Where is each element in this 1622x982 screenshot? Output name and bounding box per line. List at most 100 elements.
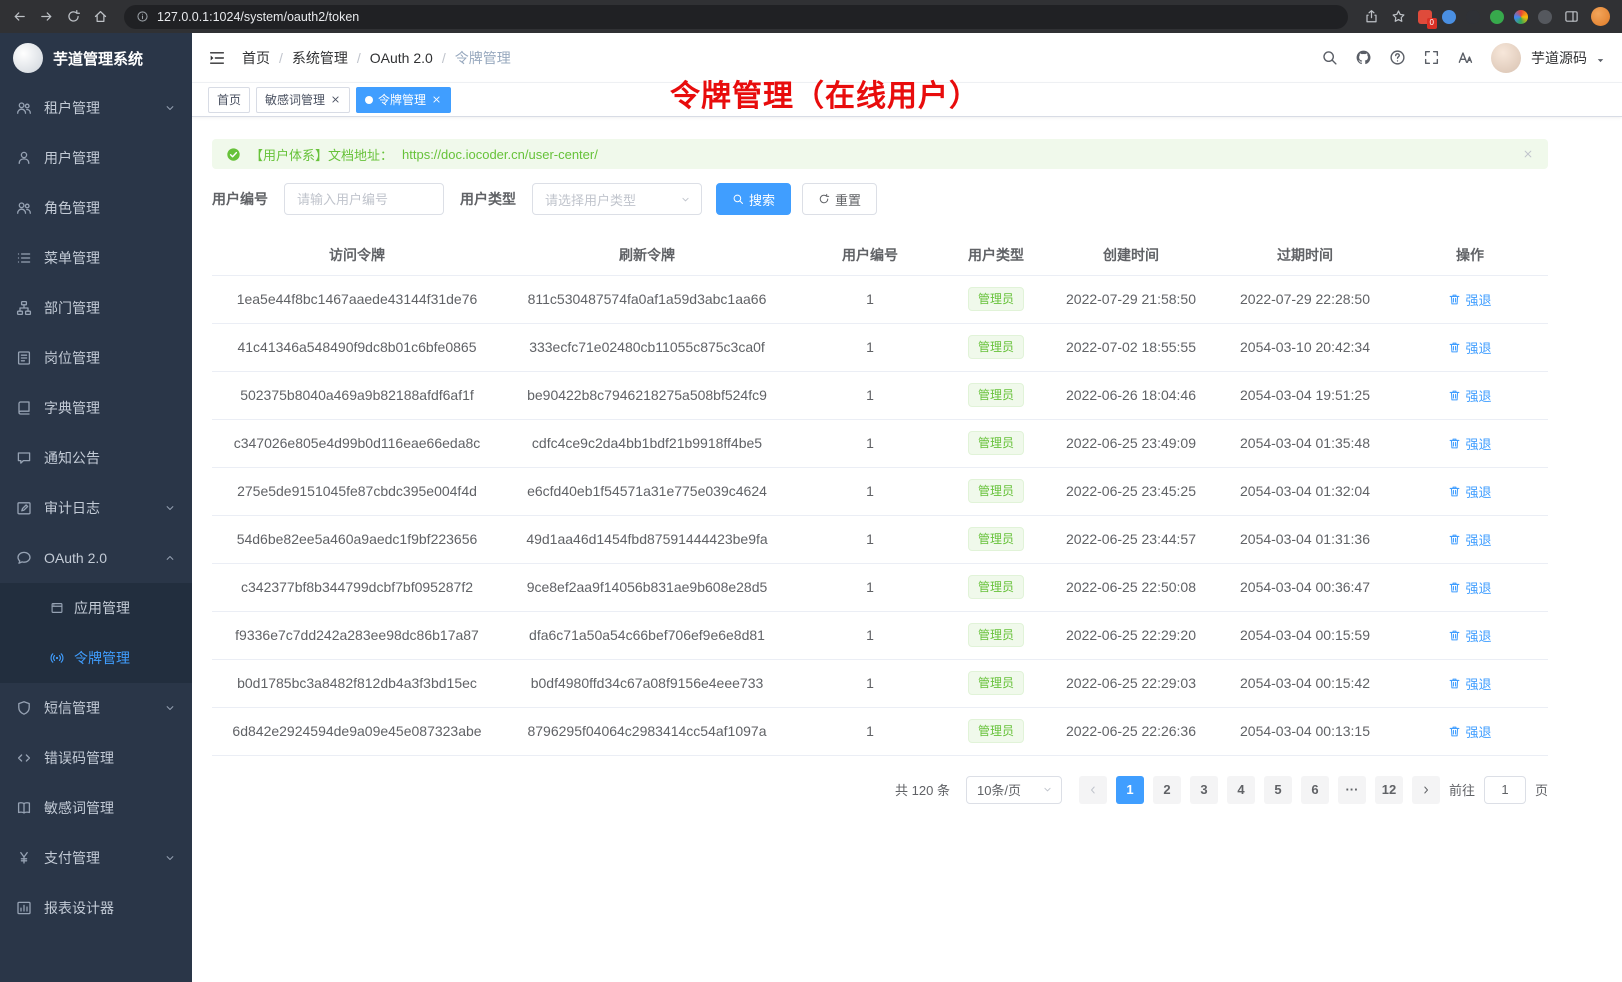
sidebar-item-oauth2[interactable]: OAuth 2.0 <box>0 533 192 583</box>
screen: 127.0.0.1:1024/system/oauth2/token 0 芋道管… <box>0 0 1622 982</box>
app-logo <box>13 43 43 73</box>
next-page-button[interactable] <box>1412 776 1440 804</box>
expires-cell: 2054-03-04 01:32:04 <box>1218 467 1392 515</box>
user-type-cell: 管理员 <box>948 371 1044 419</box>
select-placeholder: 请选择用户类型 <box>545 190 636 209</box>
page-button[interactable]: 3 <box>1190 776 1218 804</box>
fullscreen-icon[interactable] <box>1423 49 1440 66</box>
access-token-cell: b0d1785bc3a8482f812db4a3f3bd15ec <box>212 659 502 707</box>
extension-icon-multicolor[interactable] <box>1514 10 1528 24</box>
reset-button[interactable]: 重置 <box>802 183 877 215</box>
app-logo-row[interactable]: 芋道管理系统 <box>0 33 192 83</box>
page-button[interactable]: 1 <box>1116 776 1144 804</box>
tab-label: 敏感词管理 <box>265 91 325 108</box>
sidebar-item-dept-mgmt[interactable]: 部门管理 <box>0 283 192 333</box>
browser-profile-avatar[interactable] <box>1591 7 1610 26</box>
expires-cell: 2054-03-04 01:31:36 <box>1218 515 1392 563</box>
user-type-label: 用户类型 <box>460 189 516 209</box>
extension-icon-blue[interactable] <box>1442 10 1456 24</box>
force-logout-button[interactable]: 强退 <box>1448 626 1491 645</box>
force-logout-button[interactable]: 强退 <box>1448 578 1491 597</box>
collapse-sidebar-icon[interactable] <box>208 49 226 67</box>
goto-label: 前往 <box>1449 780 1475 799</box>
user-icon <box>16 150 32 166</box>
forward-icon[interactable] <box>39 9 54 24</box>
breadcrumb-item-home[interactable]: 首页 <box>242 48 270 68</box>
font-size-icon[interactable] <box>1457 49 1474 66</box>
sidebar-item-oauth2-token-mgmt[interactable]: 令牌管理 <box>0 633 192 683</box>
sidebar-item-oauth2-app-mgmt[interactable]: 应用管理 <box>0 583 192 633</box>
force-logout-button[interactable]: 强退 <box>1448 434 1491 453</box>
tab-token[interactable]: 令牌管理 <box>356 87 451 113</box>
tab-sensitive-word[interactable]: 敏感词管理 <box>256 87 350 113</box>
sidebar-item-user-mgmt[interactable]: 用户管理 <box>0 133 192 183</box>
extension-icon-dark[interactable] <box>1466 10 1480 24</box>
more-pages-button[interactable]: ··· <box>1338 776 1366 804</box>
page-button[interactable]: 12 <box>1375 776 1403 804</box>
close-icon[interactable] <box>1522 148 1534 160</box>
sidebar-item-dict-mgmt[interactable]: 字典管理 <box>0 383 192 433</box>
page-size-select[interactable]: 10条/页 <box>966 776 1062 804</box>
page-size-value: 10条/页 <box>977 780 1021 799</box>
close-icon[interactable] <box>330 94 341 105</box>
force-logout-button[interactable]: 强退 <box>1448 338 1491 357</box>
tab-home[interactable]: 首页 <box>208 87 250 113</box>
search-button[interactable]: 搜索 <box>716 183 791 215</box>
reload-icon[interactable] <box>66 9 81 24</box>
alert-link[interactable]: https://doc.iocoder.cn/user-center/ <box>402 147 598 162</box>
sidebar-item-label: 角色管理 <box>44 198 176 218</box>
sidebar-item-report-designer[interactable]: 报表设计器 <box>0 883 192 933</box>
force-logout-button[interactable]: 强退 <box>1448 482 1491 501</box>
force-logout-button[interactable]: 强退 <box>1448 386 1491 405</box>
username[interactable]: 芋道源码 <box>1531 48 1587 68</box>
expires-cell: 2054-03-10 20:42:34 <box>1218 323 1392 371</box>
prev-page-button[interactable] <box>1079 776 1107 804</box>
address-bar[interactable]: 127.0.0.1:1024/system/oauth2/token <box>124 5 1348 29</box>
help-icon[interactable] <box>1389 49 1406 66</box>
sidebar-item-post-mgmt[interactable]: 岗位管理 <box>0 333 192 383</box>
sidebar-item-sensitive-word-mgmt[interactable]: 敏感词管理 <box>0 783 192 833</box>
goto-page-input[interactable] <box>1484 776 1526 804</box>
expires-cell: 2054-03-04 00:36:47 <box>1218 563 1392 611</box>
github-icon[interactable] <box>1355 49 1372 66</box>
force-logout-button[interactable]: 强退 <box>1448 290 1491 309</box>
sidebar-item-notice[interactable]: 通知公告 <box>0 433 192 483</box>
extension-icon-gray[interactable] <box>1538 10 1552 24</box>
sidebar-item-menu-mgmt[interactable]: 菜单管理 <box>0 233 192 283</box>
force-logout-button[interactable]: 强退 <box>1448 674 1491 693</box>
sidebar-item-audit-log[interactable]: 审计日志 <box>0 483 192 533</box>
sidebar-item-error-code-mgmt[interactable]: 错误码管理 <box>0 733 192 783</box>
breadcrumb-item-system[interactable]: 系统管理 <box>292 48 348 68</box>
page-button[interactable]: 4 <box>1227 776 1255 804</box>
page-button[interactable]: 5 <box>1264 776 1292 804</box>
user-type-select[interactable]: 请选择用户类型 <box>532 183 702 215</box>
sidebar-item-role-mgmt[interactable]: 角色管理 <box>0 183 192 233</box>
page-button[interactable]: 6 <box>1301 776 1329 804</box>
sidebar-item-tenant-mgmt[interactable]: 租户管理 <box>0 83 192 133</box>
close-icon[interactable] <box>431 94 442 105</box>
sidebar-item-label: 令牌管理 <box>74 648 176 668</box>
table-row: 6d842e2924594de9a09e45e087323abe 8796295… <box>212 707 1548 755</box>
user-avatar[interactable] <box>1491 43 1521 73</box>
force-logout-button[interactable]: 强退 <box>1448 722 1491 741</box>
home-icon[interactable] <box>93 9 108 24</box>
sidebar-item-payment-mgmt[interactable]: 支付管理 <box>0 833 192 883</box>
extension-icon-green[interactable] <box>1490 10 1504 24</box>
bookmark-star-icon[interactable] <box>1391 9 1406 24</box>
delete-icon <box>1448 533 1461 546</box>
site-info-icon[interactable] <box>136 10 149 23</box>
alert-text: 【用户体系】文档地址： <box>250 145 393 164</box>
caret-down-icon[interactable] <box>1595 55 1606 66</box>
side-panel-icon[interactable] <box>1564 9 1579 24</box>
user-type-badge: 管理员 <box>968 287 1024 311</box>
force-logout-button[interactable]: 强退 <box>1448 530 1491 549</box>
sidebar-item-sms-mgmt[interactable]: 短信管理 <box>0 683 192 733</box>
user-id-input[interactable] <box>284 183 444 215</box>
page-button[interactable]: 2 <box>1153 776 1181 804</box>
breadcrumb-item-oauth2[interactable]: OAuth 2.0 <box>370 50 433 66</box>
breadcrumb-separator: / <box>279 50 283 66</box>
search-icon[interactable] <box>1321 49 1338 66</box>
back-icon[interactable] <box>12 9 27 24</box>
extension-icon-red[interactable]: 0 <box>1418 10 1432 24</box>
share-icon[interactable] <box>1364 9 1379 24</box>
